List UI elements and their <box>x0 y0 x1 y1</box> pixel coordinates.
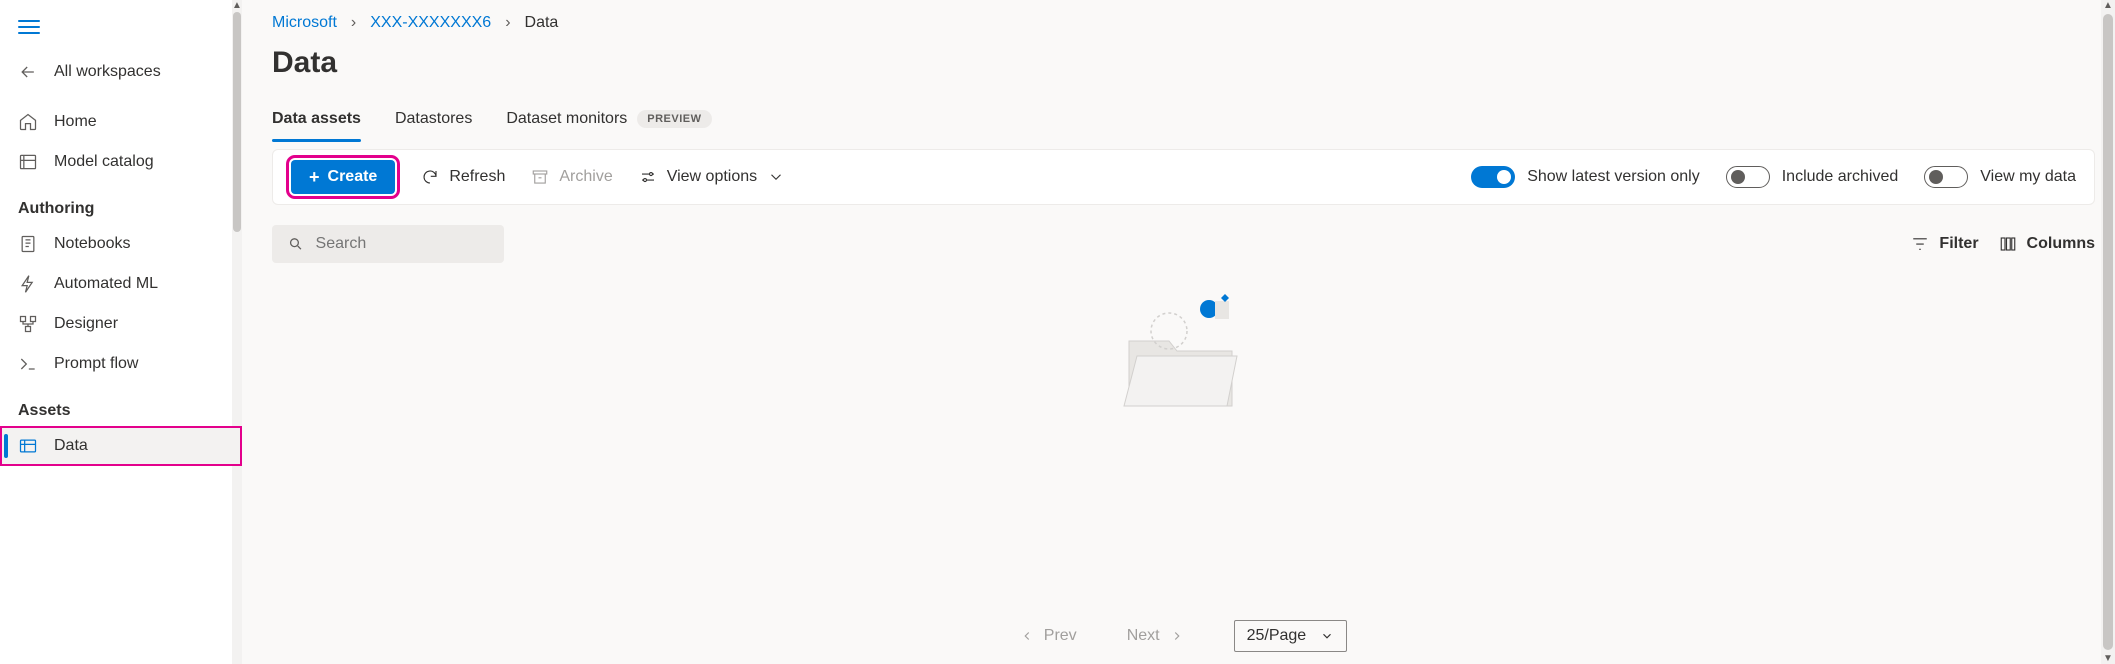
plus-icon: + <box>309 168 320 186</box>
tab-label: Datastores <box>395 110 472 128</box>
view-options-button[interactable]: View options <box>639 168 785 186</box>
sliders-icon <box>639 168 657 186</box>
home-icon <box>18 112 38 132</box>
toggle-view-my-data[interactable]: View my data <box>1924 166 2076 188</box>
sidebar-section-authoring: Authoring <box>0 182 242 224</box>
empty-state <box>272 271 2095 614</box>
columns-label: Columns <box>2027 235 2095 253</box>
catalog-icon <box>18 152 38 172</box>
filter-label: Filter <box>1939 235 1978 253</box>
sidebar-item-designer[interactable]: Designer <box>0 304 242 344</box>
prev-page[interactable]: Prev <box>1020 627 1077 645</box>
columns-button[interactable]: Columns <box>1999 235 2095 253</box>
scroll-up-icon: ▲ <box>232 0 242 11</box>
sidebar-item-home[interactable]: Home <box>0 102 242 142</box>
flowchart-icon <box>18 314 38 334</box>
empty-folder-icon <box>1109 281 1259 431</box>
data-icon <box>18 436 38 456</box>
sidebar-item-label: All workspaces <box>54 63 161 81</box>
scroll-up-icon: ▲ <box>2101 0 2115 11</box>
search-row: Filter Columns <box>272 205 2095 271</box>
chevron-right-icon: › <box>505 14 510 32</box>
lightning-icon <box>18 274 38 294</box>
next-label: Next <box>1127 627 1160 645</box>
sidebar-item-label: Notebooks <box>54 235 131 253</box>
refresh-button[interactable]: Refresh <box>421 168 505 186</box>
tab-datastores[interactable]: Datastores <box>395 100 472 142</box>
breadcrumb-workspace[interactable]: XXX-XXXXXXX6 <box>370 14 491 32</box>
sidebar: ▲ All workspaces Home Model catalog Auth <box>0 0 242 664</box>
main-content: ▲ ▼ Microsoft › XXX-XXXXXXX6 › Data Data… <box>242 0 2115 664</box>
search-icon <box>288 235 304 253</box>
filter-button[interactable]: Filter <box>1911 235 1978 253</box>
page-size-select[interactable]: 25/Page <box>1234 620 1348 652</box>
toggle-switch[interactable] <box>1726 166 1770 188</box>
search-box[interactable] <box>272 225 504 263</box>
toggle-switch[interactable] <box>1924 166 1968 188</box>
tab-dataset-monitors[interactable]: Dataset monitors PREVIEW <box>506 100 711 142</box>
toolbar: + Create Refresh Archive View options Sh… <box>272 149 2095 205</box>
breadcrumb-current: Data <box>525 14 559 32</box>
archive-label: Archive <box>559 168 612 186</box>
toggle-label: View my data <box>1980 168 2076 186</box>
sidebar-item-model-catalog[interactable]: Model catalog <box>0 142 242 182</box>
sidebar-item-label: Designer <box>54 315 118 333</box>
archive-button: Archive <box>531 168 612 186</box>
filter-icon <box>1911 235 1929 253</box>
chevron-right-icon <box>1170 629 1184 643</box>
chevron-down-icon <box>1320 629 1334 643</box>
sidebar-all-workspaces[interactable]: All workspaces <box>0 52 242 92</box>
sidebar-section-assets: Assets <box>0 384 242 426</box>
refresh-label: Refresh <box>449 168 505 186</box>
scroll-down-icon: ▼ <box>2101 653 2115 664</box>
tab-label: Data assets <box>272 110 361 128</box>
toggle-label: Show latest version only <box>1527 168 1700 186</box>
chevron-right-icon: › <box>351 14 356 32</box>
sidebar-item-label: Automated ML <box>54 275 158 293</box>
chevron-down-icon <box>767 168 785 186</box>
chevron-left-icon <box>1020 629 1034 643</box>
archive-icon <box>531 168 549 186</box>
page-title: Data <box>272 38 2095 100</box>
preview-badge: PREVIEW <box>637 110 711 128</box>
tab-data-assets[interactable]: Data assets <box>272 100 361 142</box>
sidebar-item-data[interactable]: Data <box>0 426 242 466</box>
toggle-include-archived[interactable]: Include archived <box>1726 166 1899 188</box>
back-arrow-icon <box>18 62 38 82</box>
sidebar-item-automated-ml[interactable]: Automated ML <box>0 264 242 304</box>
sidebar-item-label: Data <box>54 437 88 455</box>
hamburger-menu[interactable] <box>0 12 50 52</box>
prev-label: Prev <box>1044 627 1077 645</box>
next-page[interactable]: Next <box>1127 627 1184 645</box>
create-button[interactable]: + Create <box>291 160 395 194</box>
columns-icon <box>1999 235 2017 253</box>
terminal-icon <box>18 354 38 374</box>
tabs: Data assets Datastores Dataset monitors … <box>272 100 2095 143</box>
tab-label: Dataset monitors <box>506 110 627 128</box>
toggle-switch[interactable] <box>1471 166 1515 188</box>
page-size-label: 25/Page <box>1247 627 1307 645</box>
pagination: Prev Next 25/Page <box>272 614 2095 664</box>
search-input[interactable] <box>316 235 488 253</box>
breadcrumb-root[interactable]: Microsoft <box>272 14 337 32</box>
main-scrollbar[interactable]: ▲ ▼ <box>2101 0 2115 664</box>
sidebar-item-label: Home <box>54 113 97 131</box>
view-options-label: View options <box>667 168 757 186</box>
sidebar-item-label: Model catalog <box>54 153 154 171</box>
sidebar-item-label: Prompt flow <box>54 355 138 373</box>
breadcrumb: Microsoft › XXX-XXXXXXX6 › Data <box>272 0 2095 38</box>
main-scroll-thumb[interactable] <box>2103 14 2113 650</box>
notebook-icon <box>18 234 38 254</box>
refresh-icon <box>421 168 439 186</box>
sidebar-item-prompt-flow[interactable]: Prompt flow <box>0 344 242 384</box>
create-label: Create <box>328 168 378 186</box>
sidebar-item-notebooks[interactable]: Notebooks <box>0 224 242 264</box>
toggle-label: Include archived <box>1782 168 1899 186</box>
toggle-show-latest[interactable]: Show latest version only <box>1471 166 1700 188</box>
